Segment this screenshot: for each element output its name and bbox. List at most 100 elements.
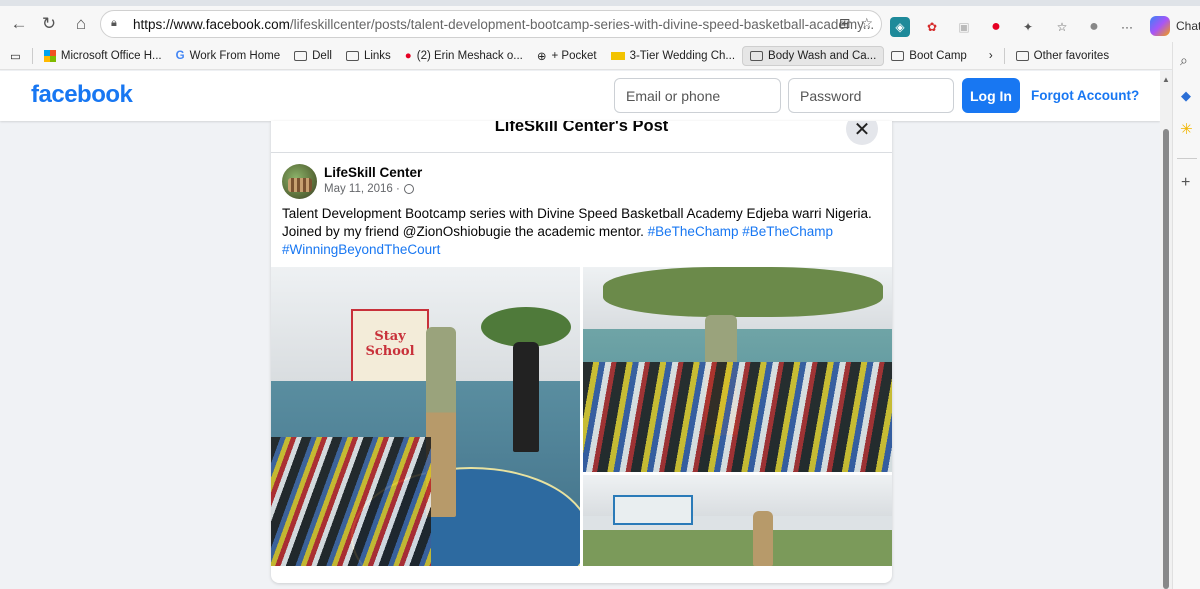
extension-icon[interactable]: ▣ <box>954 17 974 37</box>
pinterest-icon[interactable]: ● <box>986 17 1006 37</box>
bookmark-label: Microsoft Office H... <box>60 49 162 62</box>
browser-chrome: ← ↻ ⌂ 🔒︎ https://www.facebook.com/lifesk… <box>0 0 1200 70</box>
bookmark-label: Dell <box>312 49 332 62</box>
edge-sidebar: ⌕ ◆ ✳ + <box>1172 42 1200 589</box>
microsoft-icon <box>43 49 56 62</box>
bookmark-label: Boot Camp <box>909 49 967 62</box>
login-button[interactable]: Log In <box>962 78 1020 113</box>
lock-icon: 🔒︎ <box>111 17 117 29</box>
app-available-icon[interactable]: ⊞ <box>839 15 851 32</box>
divider <box>1177 158 1197 159</box>
photo-ground <box>583 529 892 566</box>
facebook-logo[interactable]: facebook <box>31 81 133 109</box>
google-icon: G <box>175 49 185 62</box>
bookmarks-bar: ▭ Microsoft Office H... G Work From Home … <box>0 42 1200 70</box>
bookmark-microsoft-office[interactable]: Microsoft Office H... <box>37 47 169 65</box>
dialog-header: LifeSkill Center's Post ✕ <box>271 121 892 153</box>
scroll-thumb[interactable] <box>1163 129 1169 589</box>
bookmark-label: Work From Home <box>189 49 281 62</box>
bookmark-label: + Pocket <box>551 49 597 62</box>
post-text: Talent Development Bootcamp series with … <box>282 205 882 259</box>
bookmark-label: Body Wash and Ca... <box>768 49 877 62</box>
hashtag-link[interactable]: #BeTheChamp <box>648 224 739 239</box>
photo-banner <box>613 495 693 525</box>
password-field[interactable]: Password <box>788 78 954 113</box>
shopping-tag-icon[interactable]: ◆ <box>1181 88 1191 104</box>
more-menu-icon[interactable]: ··· <box>1117 17 1137 37</box>
bookmark-boot-camp[interactable]: Boot Camp <box>884 47 974 65</box>
photo-person <box>513 342 539 452</box>
email-field[interactable]: Email or phone <box>614 78 781 113</box>
photo-person <box>753 511 773 566</box>
bookmark-wedding[interactable]: 3-Tier Wedding Ch... <box>604 47 742 65</box>
url-host: https://www.facebook.com <box>133 16 290 32</box>
post-dialog: LifeSkill Center's Post ✕ LifeSkill Cent… <box>271 121 892 583</box>
copilot-icon <box>1150 16 1170 36</box>
extension-icon[interactable]: ✿ <box>922 17 942 37</box>
url-path: /lifeskillcenter/posts/talent-developmen… <box>289 16 875 32</box>
post-date[interactable]: May 11, 2016 · <box>324 183 400 195</box>
bookmark-other-favorites[interactable]: Other favorites <box>1009 47 1116 65</box>
photo-banner: Stay School <box>351 309 429 389</box>
url-actions: ⊞ ☆ <box>839 15 873 32</box>
globe-icon: ⊕ <box>536 50 547 63</box>
folder-icon <box>891 50 905 61</box>
bookmark-work-from-home[interactable]: G Work From Home <box>169 47 287 65</box>
chevron-right-icon[interactable]: › <box>982 47 1000 65</box>
post-photo-3[interactable] <box>583 475 892 566</box>
scroll-up-icon[interactable]: ▲ <box>1162 75 1170 84</box>
photo-crowd <box>583 362 892 472</box>
search-icon[interactable]: ⌕ <box>1180 52 1188 69</box>
bookmark-links[interactable]: Links <box>339 47 398 65</box>
bookmark-label: Other favorites <box>1033 49 1110 62</box>
bookmark-erin-meshack[interactable]: ● (2) Erin Meshack o... <box>398 47 530 65</box>
folder-icon <box>1015 50 1029 61</box>
page-scrollbar[interactable]: ▲ <box>1160 71 1172 589</box>
close-icon[interactable]: ✕ <box>846 121 878 145</box>
divider <box>31 47 33 64</box>
extensions-puzzle-icon[interactable]: ✦ <box>1018 17 1038 37</box>
home-icon[interactable]: ⌂ <box>66 9 96 39</box>
bookmark-pocket[interactable]: ⊕ + Pocket <box>530 46 604 66</box>
walmart-icon <box>610 51 625 60</box>
hashtag-link[interactable]: #BeTheChamp <box>742 224 833 239</box>
folder-icon <box>345 50 359 61</box>
hashtag-link[interactable]: #WinningBeyondTheCourt <box>282 242 440 257</box>
profile-avatar-icon[interactable]: ● <box>1084 17 1104 37</box>
dialog-title: LifeSkill Center's Post <box>494 121 669 135</box>
url-input[interactable]: 🔒︎ https://www.facebook.com/lifeskillcen… <box>100 10 882 38</box>
photo-crowd <box>271 437 431 566</box>
extension-icon[interactable]: ◈ <box>890 17 910 37</box>
facebook-header: facebook Email or phone Password Log In … <box>0 71 1160 121</box>
photo-tree <box>481 307 571 347</box>
post-photo-1[interactable]: Stay School <box>271 267 580 566</box>
email-placeholder: Email or phone <box>626 87 721 104</box>
add-icon[interactable]: + <box>1181 174 1190 192</box>
photo-tree <box>603 267 883 317</box>
bookmark-label: 3-Tier Wedding Ch... <box>629 49 736 62</box>
refresh-icon[interactable]: ↻ <box>34 9 64 39</box>
post-author[interactable]: LifeSkill Center <box>324 165 422 180</box>
bookmark-label: Links <box>363 49 391 62</box>
avatar[interactable] <box>282 164 317 199</box>
bookmark-dell[interactable]: Dell <box>287 47 339 65</box>
collections-icon[interactable]: ▭ <box>0 46 28 66</box>
back-icon[interactable]: ← <box>4 9 34 39</box>
walmart-icon[interactable]: ✳ <box>1180 120 1193 138</box>
bookmark-label: (2) Erin Meshack o... <box>416 49 523 62</box>
bookmark-body-wash[interactable]: Body Wash and Ca... <box>742 45 885 66</box>
folder-icon <box>750 50 764 61</box>
address-bar-row: ← ↻ ⌂ 🔒︎ https://www.facebook.com/lifesk… <box>0 6 1200 42</box>
copilot-chat-button[interactable]: Chat <box>1150 16 1200 36</box>
forgot-account-link[interactable]: Forgot Account? <box>1031 88 1139 103</box>
chat-label: Chat <box>1176 19 1200 33</box>
divider <box>1003 47 1005 64</box>
folder-icon <box>294 50 308 61</box>
password-placeholder: Password <box>800 87 862 104</box>
favorite-star-icon[interactable]: ☆ <box>860 15 873 32</box>
post-date-row: May 11, 2016 · <box>324 183 414 195</box>
post-photo-2[interactable] <box>583 267 892 472</box>
favorites-icon[interactable]: ☆ <box>1052 17 1072 37</box>
pinterest-icon: ● <box>404 49 412 62</box>
public-globe-icon <box>403 184 414 194</box>
